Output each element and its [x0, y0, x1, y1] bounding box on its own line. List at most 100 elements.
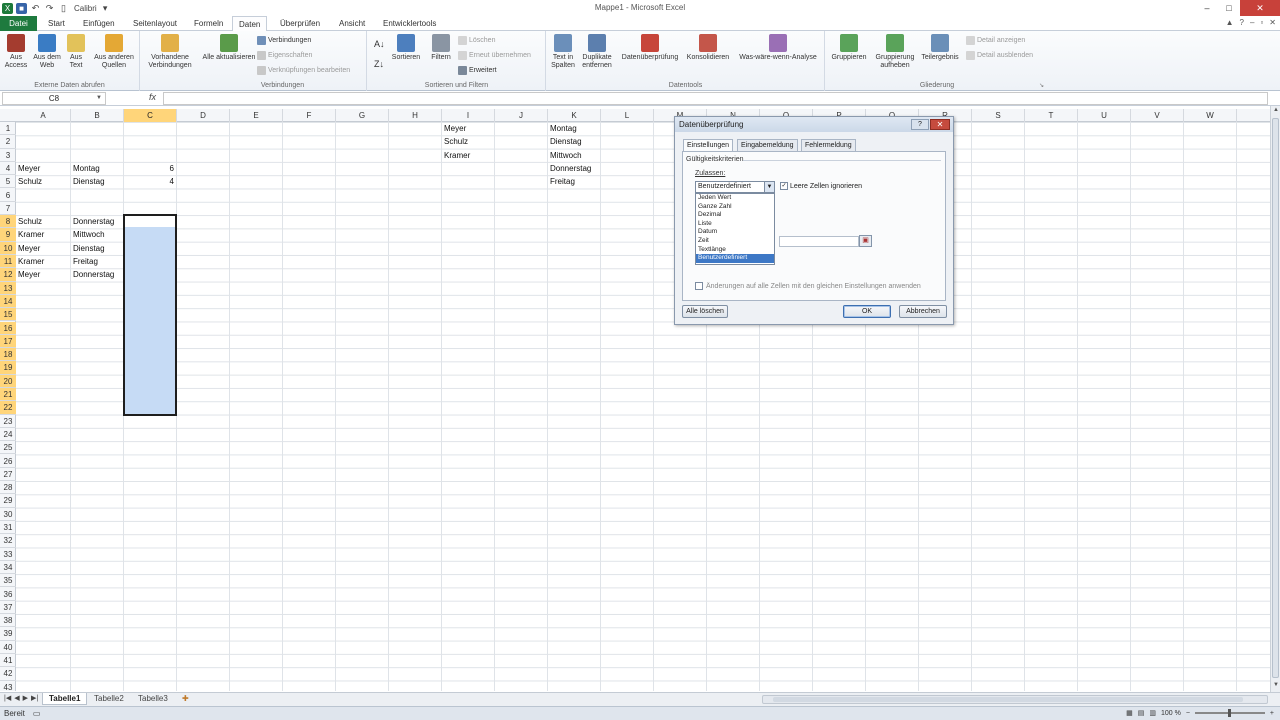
cell-k2[interactable]: Dienstag — [548, 135, 582, 148]
column-header-v[interactable]: V — [1131, 109, 1184, 122]
sort-az-icon[interactable]: A↓ — [374, 39, 385, 49]
first-sheet-icon[interactable]: |◀ — [4, 694, 11, 702]
option-dezimal[interactable]: Dezimal — [696, 211, 774, 220]
sort-button[interactable]: Sortieren — [390, 34, 422, 62]
active-cell[interactable] — [125, 216, 175, 228]
row-header-17[interactable]: 17 — [0, 334, 16, 349]
maximize-button[interactable]: □ — [1218, 0, 1240, 16]
column-header-d[interactable]: D — [177, 109, 230, 122]
column-header-f[interactable]: F — [283, 109, 336, 122]
row-header-11[interactable]: 11 — [0, 255, 16, 269]
from-access-button[interactable]: Aus Access — [3, 34, 29, 70]
formula-input[interactable] — [163, 92, 1268, 105]
row-header-29[interactable]: 29 — [0, 494, 16, 508]
range-select-icon[interactable]: ▣ — [859, 235, 872, 247]
text-to-columns-button[interactable]: Text in Spalten — [549, 34, 577, 70]
row-header-35[interactable]: 35 — [0, 574, 16, 588]
name-box-dropdown-icon[interactable]: ▼ — [96, 93, 102, 104]
tab-datei[interactable]: Datei — [0, 16, 37, 31]
tab-fehlermeldung[interactable]: Fehlermeldung — [801, 139, 856, 151]
remove-duplicates-button[interactable]: Duplikate entfernen — [578, 34, 616, 70]
row-header-14[interactable]: 14 — [0, 294, 16, 309]
cell-b10[interactable]: Dienstag — [71, 242, 105, 255]
row-header-8[interactable]: 8 — [0, 215, 16, 229]
allow-options-list[interactable]: Jeden Wert Ganze Zahl Dezimal Liste Datu… — [695, 193, 775, 265]
cell-a10[interactable]: Meyer — [16, 242, 40, 255]
row-header-43[interactable]: 43 — [0, 681, 16, 691]
row-header-26[interactable]: 26 — [0, 455, 16, 468]
cell-b5[interactable]: Dienstag — [71, 175, 105, 188]
row-header-30[interactable]: 30 — [0, 508, 16, 521]
apply-all-checkbox[interactable]: Änderungen auf alle Zellen mit den gleic… — [695, 282, 921, 290]
column-header-l[interactable]: L — [601, 109, 654, 122]
group-button[interactable]: Gruppieren — [828, 34, 870, 62]
tab-eingabemeldung[interactable]: Eingabemeldung — [737, 139, 798, 151]
tab-seitenlayout[interactable]: Seitenlayout — [127, 16, 183, 31]
cell-c5[interactable]: 4 — [124, 175, 177, 188]
row-header-19[interactable]: 19 — [0, 361, 16, 375]
row-header-6[interactable]: 6 — [0, 189, 16, 202]
consolidate-button[interactable]: Konsolidieren — [684, 34, 732, 62]
apply-all-check-icon[interactable] — [695, 282, 703, 290]
zoom-in-icon[interactable]: + — [1270, 710, 1274, 717]
column-header-w[interactable]: W — [1184, 109, 1237, 122]
cell-b11[interactable]: Freitag — [71, 255, 98, 268]
row-header-36[interactable]: 36 — [0, 588, 16, 601]
row-header-16[interactable]: 16 — [0, 321, 16, 335]
cell-a8[interactable]: Schulz — [16, 215, 42, 228]
tab-ueberpruefen[interactable]: Überprüfen — [274, 16, 326, 31]
cell-k3[interactable]: Mittwoch — [548, 149, 582, 162]
minimize-ribbon-icon[interactable]: ▲ — [1226, 18, 1234, 27]
hide-detail-button[interactable]: Detail ausblenden — [966, 50, 1033, 60]
option-liste[interactable]: Liste — [696, 220, 774, 229]
allow-dropdown-icon[interactable]: ▼ — [764, 182, 774, 192]
what-if-analysis-button[interactable]: Was-wäre-wenn-Analyse — [733, 34, 823, 62]
insert-function-icon[interactable]: fx — [149, 92, 156, 102]
cell-b9[interactable]: Mittwoch — [71, 228, 105, 241]
cell-a12[interactable]: Meyer — [16, 268, 40, 281]
cancel-button[interactable]: Abbrechen — [899, 305, 947, 318]
zoom-slider-knob[interactable] — [1227, 709, 1231, 717]
macro-record-icon[interactable]: ▭ — [33, 709, 41, 718]
horizontal-scroll-thumb[interactable] — [773, 697, 1243, 702]
column-header-i[interactable]: I — [442, 109, 495, 122]
help-icon[interactable]: ? — [1240, 18, 1244, 27]
ok-button[interactable]: OK — [843, 305, 891, 318]
row-header-4[interactable]: 4 — [0, 162, 16, 176]
existing-connections-button[interactable]: Vorhandene Verbindungen — [142, 34, 198, 70]
show-detail-button[interactable]: Detail anzeigen — [966, 35, 1025, 45]
ignore-blank-check-icon[interactable]: ✓ — [780, 182, 788, 190]
cell-a4[interactable]: Meyer — [16, 162, 40, 175]
subtotal-button[interactable]: Teilergebnis — [920, 34, 960, 62]
tab-entwicklertools[interactable]: Entwicklertools — [377, 16, 442, 31]
column-header-u[interactable]: U — [1078, 109, 1131, 122]
cell-b8[interactable]: Donnerstag — [71, 215, 114, 228]
scroll-down-icon[interactable]: ▼ — [1272, 682, 1280, 691]
row-header-31[interactable]: 31 — [0, 521, 16, 535]
column-header-e[interactable]: E — [230, 109, 283, 122]
row-header-37[interactable]: 37 — [0, 601, 16, 615]
column-header-k[interactable]: K — [548, 109, 601, 122]
last-sheet-icon[interactable]: ▶| — [31, 694, 38, 702]
properties-button[interactable]: Eigenschaften — [257, 50, 312, 60]
column-header-s[interactable]: S — [972, 109, 1025, 122]
filter-button[interactable]: Filtern — [428, 34, 454, 62]
minimize-button[interactable]: – — [1196, 0, 1218, 16]
from-web-button[interactable]: Aus dem Web — [31, 34, 63, 70]
option-datum[interactable]: Datum — [696, 228, 774, 237]
sheet-tab-tabelle3[interactable]: Tabelle3 — [132, 693, 174, 705]
vertical-scrollbar[interactable]: ▲ ▼ — [1270, 106, 1280, 692]
row-header-5[interactable]: 5 — [0, 175, 16, 189]
cell-area[interactable]: Meyer Schulz Kramer Montag Dienstag Mittwoch D… — [16, 122, 1270, 691]
row-header-20[interactable]: 20 — [0, 374, 16, 388]
zoom-slider[interactable] — [1194, 709, 1265, 717]
workbook-minimize-icon[interactable]: – — [1250, 18, 1254, 27]
clear-filter-button[interactable]: Löschen — [458, 35, 495, 45]
option-zeit[interactable]: Zeit — [696, 237, 774, 246]
connections-button[interactable]: Verbindungen — [257, 35, 311, 45]
cell-b4[interactable]: Montag — [71, 162, 100, 175]
option-jeden-wert[interactable]: Jeden Wert — [696, 194, 774, 203]
row-header-32[interactable]: 32 — [0, 534, 16, 548]
cell-i3[interactable]: Kramer — [442, 149, 470, 162]
row-header-42[interactable]: 42 — [0, 667, 16, 681]
